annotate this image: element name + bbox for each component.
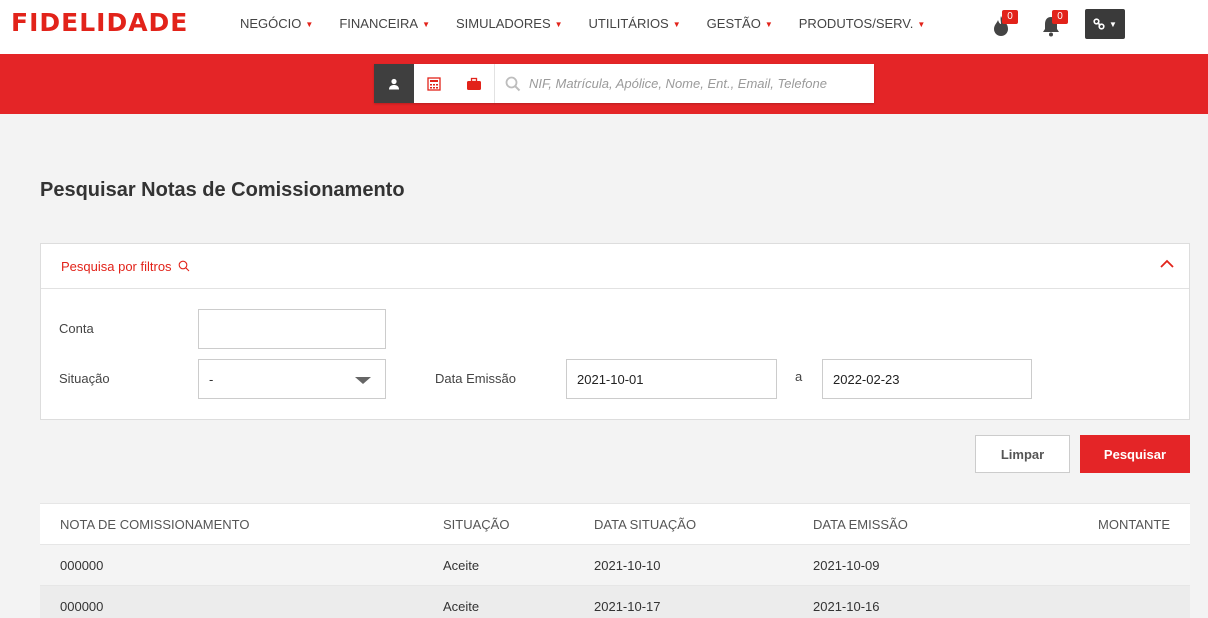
chevron-down-icon: ▼ bbox=[422, 19, 430, 29]
nav-item-label: GESTÃO bbox=[706, 15, 761, 31]
cell-situacao: Aceite bbox=[443, 599, 480, 614]
briefcase-icon bbox=[467, 77, 481, 90]
conta-label: Conta bbox=[59, 321, 94, 336]
table-header: NOTA DE COMISSIONAMENTO SITUAÇÃO DATA SI… bbox=[40, 503, 1190, 544]
search-band bbox=[0, 54, 1208, 114]
main-nav: NEGÓCIO ▼ FINANCEIRA ▼ SIMULADORES ▼ UTILIT… bbox=[240, 0, 951, 46]
nav-item-produtos[interactable]: PRODUTOS/SERV. ▼ bbox=[799, 16, 926, 31]
nav-item-label: NEGÓCIO bbox=[240, 15, 302, 31]
nav-item-label: FINANCEIRA bbox=[339, 15, 419, 31]
chevron-down-icon: ▼ bbox=[1109, 19, 1117, 29]
chevron-down-icon: ▼ bbox=[764, 19, 773, 29]
nav-item-simuladores[interactable]: SIMULADORES ▼ bbox=[456, 16, 563, 31]
cell-data-emissao: 2021-10-16 bbox=[813, 599, 880, 614]
nav-item-financeira[interactable]: FINANCEIRA ▼ bbox=[339, 16, 430, 31]
cell-nota: 000000 bbox=[60, 558, 104, 573]
results-table: NOTA DE COMISSIONAMENTO SITUAÇÃO DATA SI… bbox=[40, 503, 1190, 618]
link-icon bbox=[1093, 18, 1105, 30]
calculator-icon bbox=[427, 76, 441, 91]
chevron-down-icon: ▼ bbox=[672, 19, 681, 29]
filter-panel-header[interactable]: Pesquisa por filtros bbox=[41, 244, 1189, 289]
nav-item-label: UTILITÁRIOS bbox=[588, 15, 669, 31]
nav-item-gestao[interactable]: GESTÃO ▼ bbox=[707, 16, 773, 31]
col-header-situacao[interactable]: SITUAÇÃO bbox=[443, 504, 509, 545]
search-button[interactable]: Pesquisar bbox=[1080, 435, 1190, 473]
top-navbar: FIDELIDADE NEGÓCIO ▼ FINANCEIRA ▼ SIMULADO… bbox=[0, 0, 1208, 54]
situacao-label: Situação bbox=[59, 371, 110, 386]
filter-panel-title: Pesquisa por filtros bbox=[61, 258, 172, 274]
data-emissao-label: Data Emissão bbox=[435, 371, 516, 386]
bell-notifications-button[interactable]: 0 bbox=[1038, 10, 1068, 40]
table-row[interactable]: 000000 Aceite 2021-10-10 2021-10-09 bbox=[40, 544, 1190, 585]
cell-data-situacao: 2021-10-17 bbox=[594, 599, 661, 614]
user-icon bbox=[389, 78, 399, 89]
search-icon bbox=[505, 76, 521, 91]
date-to-input[interactable] bbox=[822, 359, 1032, 399]
clear-button[interactable]: Limpar bbox=[975, 435, 1070, 473]
page-title: Pesquisar Notas de Comissionamento bbox=[40, 179, 405, 201]
chevron-down-icon: ▼ bbox=[554, 19, 563, 29]
bell-badge: 0 bbox=[1052, 10, 1068, 24]
col-header-data-situacao[interactable]: DATA SITUAÇÃO bbox=[594, 504, 696, 545]
search-field bbox=[495, 64, 874, 103]
fidelidade-logo[interactable]: FIDELIDADE bbox=[11, 8, 188, 38]
cell-situacao: Aceite bbox=[443, 558, 480, 573]
user-menu-button[interactable]: ▼ bbox=[1085, 9, 1125, 39]
col-header-nota[interactable]: NOTA DE COMISSIONAMENTO bbox=[60, 504, 249, 545]
nav-item-utilitarios[interactable]: UTILITÁRIOS ▼ bbox=[589, 16, 681, 31]
cell-data-emissao: 2021-10-09 bbox=[813, 558, 880, 573]
situacao-selected-value: - bbox=[209, 371, 214, 387]
global-search bbox=[374, 64, 874, 103]
date-range-separator: a bbox=[795, 369, 803, 384]
cell-data-situacao: 2021-10-10 bbox=[594, 558, 661, 573]
chevron-down-icon: ▼ bbox=[917, 19, 926, 29]
nav-item-label: PRODUTOS/SERV. bbox=[798, 15, 914, 31]
search-tab-policy[interactable] bbox=[454, 64, 494, 103]
filter-panel: Pesquisa por filtros Conta Situação - Da… bbox=[40, 243, 1190, 420]
nav-item-negocio[interactable]: NEGÓCIO ▼ bbox=[240, 16, 313, 31]
situacao-select[interactable]: - bbox=[198, 359, 386, 399]
col-header-montante[interactable]: MONTANTE bbox=[1098, 504, 1170, 545]
nav-item-label: SIMULADORES bbox=[455, 15, 551, 31]
flame-badge: 0 bbox=[1002, 10, 1018, 24]
date-from-input[interactable] bbox=[566, 359, 777, 399]
search-tab-person[interactable] bbox=[374, 64, 414, 103]
chevron-down-icon: ▼ bbox=[305, 19, 314, 29]
search-tab-simulation[interactable] bbox=[414, 64, 454, 103]
caret-down-icon bbox=[355, 377, 371, 384]
flame-notifications-button[interactable]: 0 bbox=[988, 10, 1018, 40]
search-icon bbox=[178, 260, 189, 272]
chevron-up-icon[interactable] bbox=[1159, 258, 1175, 270]
table-row[interactable]: 000000 Aceite 2021-10-17 2021-10-16 bbox=[40, 585, 1190, 618]
search-input[interactable] bbox=[529, 76, 859, 91]
cell-nota: 000000 bbox=[60, 599, 104, 614]
col-header-data-emissao[interactable]: DATA EMISSÃO bbox=[813, 504, 908, 545]
conta-input[interactable] bbox=[198, 309, 386, 349]
